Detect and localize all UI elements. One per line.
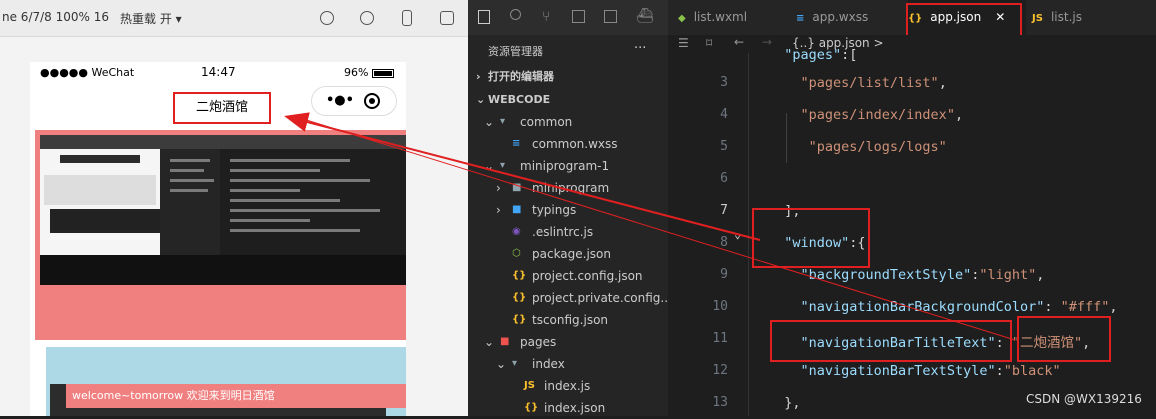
watermark: CSDN @WX139216 <box>1026 392 1142 406</box>
arrow-window-to-title <box>284 112 761 241</box>
arrow-value-to-title <box>299 117 1016 341</box>
annotation-arrows <box>284 112 1016 341</box>
